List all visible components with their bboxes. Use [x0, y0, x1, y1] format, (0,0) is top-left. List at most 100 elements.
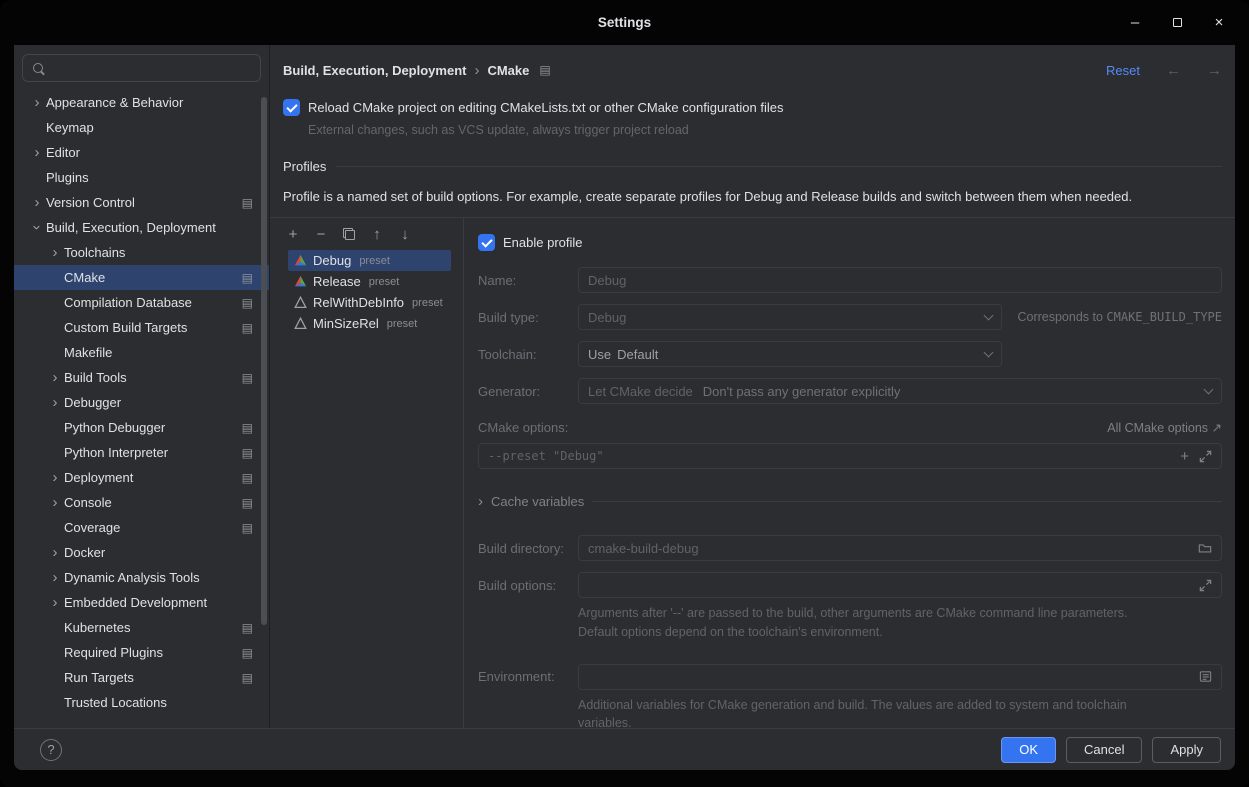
- sidebar-item-python-interpreter[interactable]: Python Interpreter▤: [14, 440, 269, 465]
- reload-cmake-checkbox[interactable]: [283, 99, 300, 116]
- window-title: Settings: [598, 15, 651, 30]
- chevron-down-icon[interactable]: ›: [30, 219, 45, 237]
- profile-item-relwithdebinfo[interactable]: RelWithDebInfo preset: [288, 292, 451, 313]
- cmake-options-field[interactable]: --preset "Debug" +: [478, 443, 1222, 469]
- add-profile-button[interactable]: +: [285, 226, 301, 242]
- cmake-logo-icon: [294, 275, 307, 288]
- build-type-label: Build type:: [478, 310, 578, 325]
- sidebar-item-keymap[interactable]: Keymap: [14, 115, 269, 140]
- breadcrumb-root[interactable]: Build, Execution, Deployment: [283, 63, 466, 78]
- sidebar-scrollbar-thumb[interactable]: [261, 97, 267, 625]
- chevron-right-icon[interactable]: ›: [28, 145, 46, 160]
- preset-triangle-icon: [294, 317, 307, 330]
- remove-profile-button[interactable]: −: [313, 226, 329, 242]
- chevron-right-icon[interactable]: ›: [46, 545, 64, 560]
- copy-icon: [343, 228, 355, 240]
- sidebar-item-toolchains[interactable]: ›Toolchains: [14, 240, 269, 265]
- profile-item-debug[interactable]: Debug preset: [288, 250, 451, 271]
- in-project-settings-icon: ▤: [242, 671, 253, 685]
- profile-item-minsizerel[interactable]: MinSizeRel preset: [288, 313, 451, 334]
- reload-hint: External changes, such as VCS update, al…: [308, 123, 1222, 137]
- chevron-right-icon[interactable]: ›: [46, 495, 64, 510]
- sidebar-item-required-plugins[interactable]: Required Plugins▤: [14, 640, 269, 665]
- expand-field-icon[interactable]: [1199, 450, 1212, 463]
- profile-item-release[interactable]: Release preset: [288, 271, 451, 292]
- build-options-label: Build options:: [478, 578, 578, 593]
- sidebar-item-python-debugger[interactable]: Python Debugger▤: [14, 415, 269, 440]
- sidebar-item-build-tools[interactable]: ›Build Tools▤: [14, 365, 269, 390]
- reset-link[interactable]: Reset: [1106, 63, 1140, 78]
- in-project-settings-icon: ▤: [242, 621, 253, 635]
- sidebar-item-deployment[interactable]: ›Deployment▤: [14, 465, 269, 490]
- all-cmake-options-link[interactable]: All CMake options ↗: [1107, 420, 1222, 435]
- settings-dialog: ›Appearance & Behavior Keymap ›Editor Pl…: [14, 45, 1235, 770]
- chevron-right-icon[interactable]: ›: [46, 570, 64, 585]
- breadcrumb-current: CMake: [487, 63, 529, 78]
- sidebar-item-plugins[interactable]: Plugins: [14, 165, 269, 190]
- folder-icon[interactable]: [1198, 541, 1212, 555]
- build-type-hint: Corresponds to CMAKE_BUILD_TYPE: [1002, 310, 1222, 324]
- sidebar-item-dynamic-analysis-tools[interactable]: ›Dynamic Analysis Tools: [14, 565, 269, 590]
- toolchain-select[interactable]: Use Default: [578, 341, 1002, 367]
- name-field[interactable]: Debug: [578, 267, 1222, 293]
- environment-label: Environment:: [478, 669, 578, 684]
- help-icon: ?: [47, 742, 54, 757]
- back-button[interactable]: ←: [1166, 62, 1181, 79]
- environment-field[interactable]: [578, 664, 1222, 690]
- minimize-button[interactable]: –: [1127, 15, 1143, 31]
- copy-profile-button[interactable]: [341, 226, 357, 242]
- sidebar-item-build-execution-deployment[interactable]: ›Build, Execution, Deployment: [14, 215, 269, 240]
- sidebar-item-docker[interactable]: ›Docker: [14, 540, 269, 565]
- in-project-settings-icon: ▤: [242, 421, 253, 435]
- settings-window: Settings – × ›Appearance & Behavior Keym…: [0, 0, 1249, 787]
- chevron-right-icon[interactable]: ›: [46, 245, 64, 260]
- generator-select[interactable]: Let CMake decide Don't pass any generato…: [578, 378, 1222, 404]
- cmake-settings-page: Build, Execution, Deployment › CMake ▤ R…: [270, 45, 1235, 728]
- search-input[interactable]: [52, 61, 251, 76]
- chevron-right-icon[interactable]: ›: [46, 470, 64, 485]
- sidebar-item-version-control[interactable]: ›Version Control▤: [14, 190, 269, 215]
- in-project-settings-icon: ▤: [242, 371, 253, 385]
- profiles-list-pane: + − ↑ ↓ Debug preset: [270, 218, 464, 728]
- add-option-icon[interactable]: +: [1180, 449, 1189, 464]
- search-icon: [32, 62, 45, 75]
- settings-tree: ›Appearance & Behavior Keymap ›Editor Pl…: [14, 87, 269, 728]
- sidebar-item-coverage[interactable]: Coverage▤: [14, 515, 269, 540]
- sidebar-item-run-targets[interactable]: Run Targets▤: [14, 665, 269, 690]
- cancel-button[interactable]: Cancel: [1066, 737, 1142, 763]
- sidebar-item-trusted-locations[interactable]: Trusted Locations: [14, 690, 269, 715]
- maximize-button[interactable]: [1169, 15, 1185, 31]
- sidebar-item-debugger[interactable]: ›Debugger: [14, 390, 269, 415]
- variables-list-icon[interactable]: [1199, 670, 1212, 683]
- sidebar-item-console[interactable]: ›Console▤: [14, 490, 269, 515]
- sidebar-item-appearance-behavior[interactable]: ›Appearance & Behavior: [14, 90, 269, 115]
- move-down-button[interactable]: ↓: [397, 226, 413, 242]
- chevron-right-icon[interactable]: ›: [28, 195, 46, 210]
- apply-button[interactable]: Apply: [1152, 737, 1221, 763]
- cache-variables-toggle[interactable]: › Cache variables: [478, 493, 1222, 510]
- chevron-right-icon[interactable]: ›: [28, 95, 46, 110]
- build-type-select[interactable]: Debug: [578, 304, 1002, 330]
- settings-search[interactable]: [22, 54, 261, 82]
- in-project-settings-icon: ▤: [242, 446, 253, 460]
- sidebar-item-editor[interactable]: ›Editor: [14, 140, 269, 165]
- ok-button[interactable]: OK: [1001, 737, 1056, 763]
- sidebar-item-custom-build-targets[interactable]: Custom Build Targets▤: [14, 315, 269, 340]
- enable-profile-checkbox[interactable]: [478, 234, 495, 251]
- sidebar-item-kubernetes[interactable]: Kubernetes▤: [14, 615, 269, 640]
- sidebar-item-embedded-development[interactable]: ›Embedded Development: [14, 590, 269, 615]
- build-options-field[interactable]: [578, 572, 1222, 598]
- help-button[interactable]: ?: [40, 739, 62, 761]
- chevron-right-icon[interactable]: ›: [46, 395, 64, 410]
- chevron-right-icon[interactable]: ›: [46, 370, 64, 385]
- sidebar-item-makefile[interactable]: Makefile: [14, 340, 269, 365]
- expand-field-icon[interactable]: [1199, 579, 1212, 592]
- close-button[interactable]: ×: [1211, 15, 1227, 31]
- sidebar-item-cmake[interactable]: CMake▤: [14, 265, 269, 290]
- forward-button[interactable]: →: [1207, 62, 1222, 79]
- move-up-button[interactable]: ↑: [369, 226, 385, 242]
- chevron-right-icon[interactable]: ›: [46, 595, 64, 610]
- sidebar-item-compilation-database[interactable]: Compilation Database▤: [14, 290, 269, 315]
- profiles-list: Debug preset Release preset RelWithDebIn…: [270, 250, 463, 334]
- build-directory-field[interactable]: cmake-build-debug: [578, 535, 1222, 561]
